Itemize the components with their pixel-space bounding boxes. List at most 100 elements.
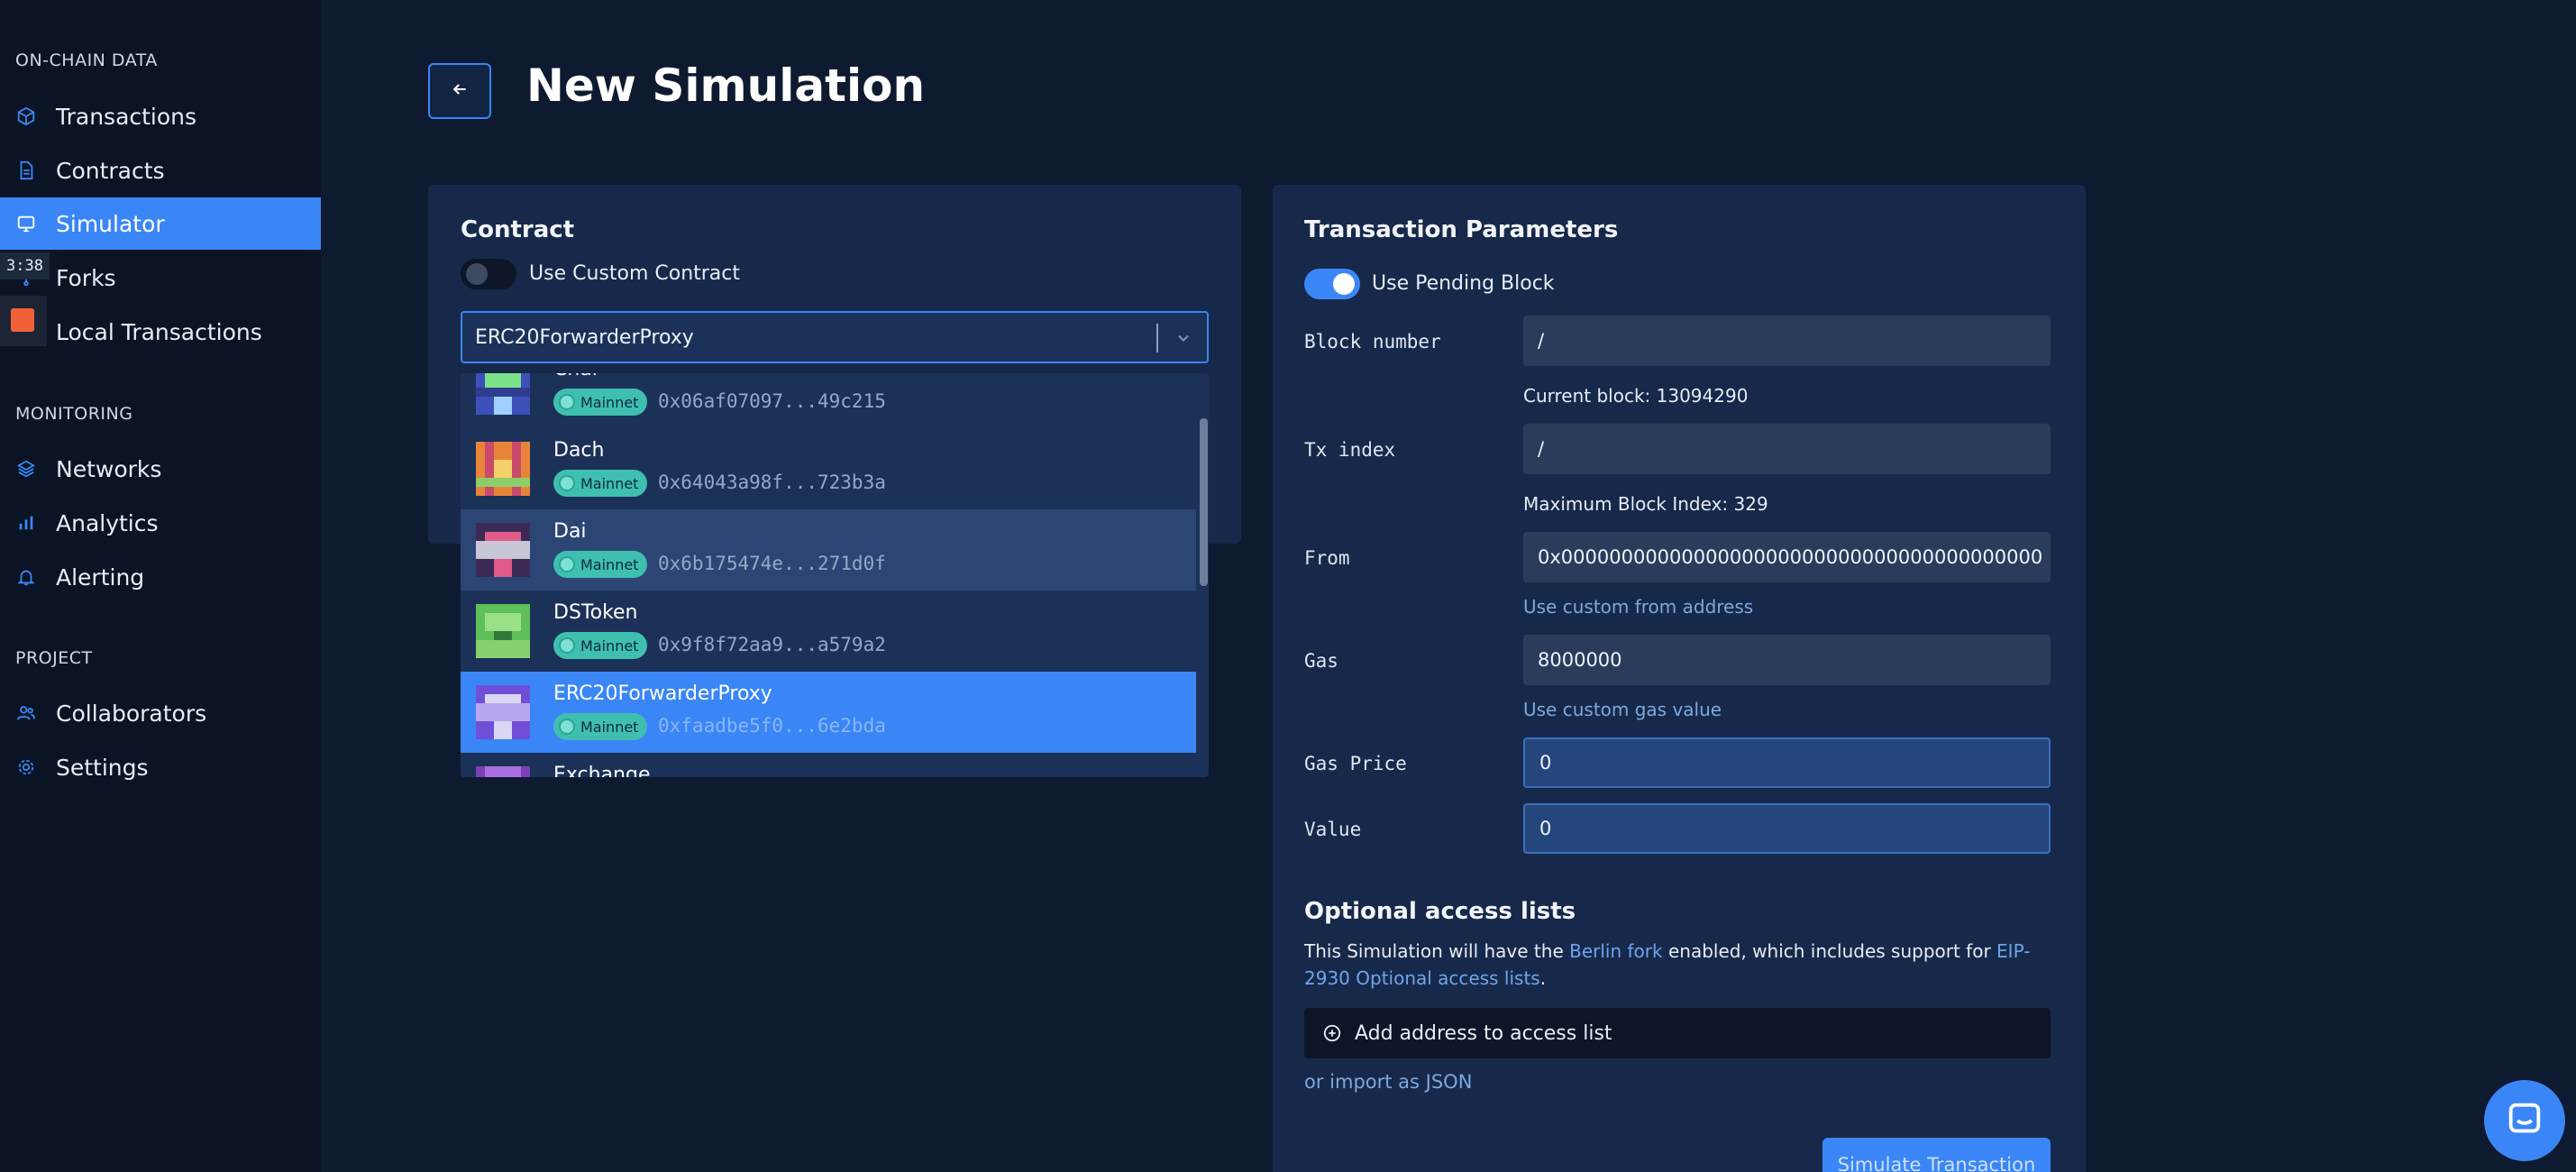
- contract-address: 0x64043a98f...723b3a: [658, 472, 886, 493]
- sidebar-item-label: Networks: [56, 455, 162, 482]
- access-lists-heading: Optional access lists: [1304, 898, 1576, 925]
- sidebar-item-label: Alerting: [56, 563, 145, 591]
- custom-contract-toggle[interactable]: [461, 259, 516, 289]
- custom-gas-link[interactable]: Use custom gas value: [1523, 699, 1722, 720]
- network-badge: Mainnet: [553, 470, 648, 497]
- simulate-transaction-button[interactable]: Simulate Transaction: [1822, 1138, 2051, 1172]
- dropdown-scrollbar[interactable]: [1200, 418, 1208, 586]
- network-badge: Mainnet: [553, 632, 648, 659]
- contract-name: ERC20ForwarderProxy: [553, 682, 772, 705]
- select-separator: [1156, 324, 1158, 353]
- dropdown-item-dstoken[interactable]: DSToken Mainnet 0x9f8f72aa9...a579a2: [461, 591, 1196, 672]
- network-badge: Mainnet: [553, 551, 648, 578]
- current-block-hint: Current block: 13094290: [1523, 385, 1749, 407]
- dropdown-item-chai[interactable]: Chai Mainnet 0x06af07097...49c215: [461, 373, 1196, 428]
- contract-heading: Contract: [461, 216, 575, 243]
- sidebar-item-label: Analytics: [56, 509, 159, 536]
- bell-icon: [16, 567, 36, 587]
- cube-icon: [16, 106, 36, 126]
- add-address-button[interactable]: Add address to access list: [1304, 1008, 2051, 1058]
- contract-name: Dai: [553, 520, 587, 543]
- sidebar: ON-CHAIN DATA Transactions Contracts Sim…: [0, 0, 321, 1172]
- sidebar-item-local-transactions[interactable]: Local Transactions: [0, 306, 321, 358]
- contract-avatar-icon: [476, 523, 530, 577]
- sidebar-item-label: Simulator: [56, 210, 165, 237]
- dropdown-item-dai[interactable]: Dai Mainnet 0x6b175474e...271d0f: [461, 509, 1196, 591]
- app-root: ON-CHAIN DATA Transactions Contracts Sim…: [0, 0, 2576, 1172]
- custom-from-link[interactable]: Use custom from address: [1523, 596, 1753, 618]
- contract-avatar-icon: [476, 373, 530, 415]
- contract-select[interactable]: ERC20ForwarderProxy: [461, 311, 1209, 363]
- contract-dropdown: Chai Mainnet 0x06af07097...49c215 Dach M…: [461, 373, 1209, 777]
- access-lists-description: This Simulation will have the Berlin for…: [1304, 940, 2031, 989]
- network-badge: Mainnet: [553, 713, 648, 740]
- sidebar-item-label: Transactions: [56, 103, 197, 130]
- network-dot-icon: [559, 475, 575, 491]
- block-number-input[interactable]: /: [1523, 316, 2051, 366]
- sidebar-item-contracts[interactable]: Contracts: [0, 144, 321, 197]
- sidebar-section-project: PROJECT: [15, 648, 93, 668]
- value-input[interactable]: 0: [1523, 803, 2051, 854]
- chat-icon: [2504, 1098, 2545, 1143]
- contract-name: Dach: [553, 439, 605, 462]
- pending-block-label: Use Pending Block: [1372, 272, 1555, 295]
- gas-price-label: Gas Price: [1304, 753, 1407, 774]
- gas-input[interactable]: 8000000: [1523, 635, 2051, 685]
- tx-params-heading: Transaction Parameters: [1304, 216, 1619, 243]
- sidebar-item-label: Forks: [56, 264, 116, 291]
- network-badge: Mainnet: [553, 389, 648, 416]
- dropdown-item-erc20forwarderproxy[interactable]: ERC20ForwarderProxy Mainnet 0xfaadbe5f0.…: [461, 672, 1196, 753]
- gas-price-input[interactable]: 0: [1523, 737, 2051, 788]
- sidebar-item-label: Local Transactions: [56, 318, 262, 345]
- contract-address: 0x6b175474e...271d0f: [658, 553, 886, 574]
- chevron-down-icon[interactable]: [1173, 325, 1194, 351]
- monitor-icon: [16, 214, 36, 233]
- layers-icon: [16, 459, 36, 479]
- back-button[interactable]: [428, 63, 491, 119]
- contract-address: 0x06af07097...49c215: [658, 390, 886, 412]
- dropdown-item-dach[interactable]: Dach Mainnet 0x64043a98f...723b3a: [461, 428, 1196, 509]
- value-label: Value: [1304, 819, 1362, 840]
- network-dot-icon: [559, 394, 575, 410]
- pending-block-toggle[interactable]: [1304, 269, 1360, 299]
- contract-avatar-icon: [476, 442, 530, 496]
- network-dot-icon: [559, 556, 575, 572]
- contract-avatar-icon: [476, 766, 530, 777]
- recording-indicator-icon: [11, 308, 34, 332]
- toggle-knob: [1333, 273, 1355, 295]
- plus-circle-icon: [1323, 1024, 1341, 1042]
- sidebar-item-settings[interactable]: Settings: [0, 741, 321, 793]
- users-icon: [16, 703, 36, 723]
- sidebar-item-simulator[interactable]: Simulator: [0, 197, 321, 250]
- chat-launcher-button[interactable]: [2484, 1080, 2565, 1161]
- tx-index-label: Tx index: [1304, 439, 1396, 461]
- contract-avatar-icon: [476, 604, 530, 658]
- bar-chart-icon: [16, 513, 36, 533]
- contract-address: 0xfaadbe5f0...6e2bda: [658, 715, 886, 737]
- gear-icon: [16, 757, 36, 777]
- sidebar-item-networks[interactable]: Networks: [0, 443, 321, 495]
- network-dot-icon: [559, 637, 575, 654]
- contract-avatar-icon: [476, 685, 530, 739]
- sidebar-section-monitoring: MONITORING: [15, 404, 133, 424]
- sidebar-item-collaborators[interactable]: Collaborators: [0, 687, 321, 739]
- dropdown-item-exchange[interactable]: Exchange: [461, 753, 1196, 777]
- import-json-link[interactable]: or import as JSON: [1304, 1071, 1472, 1093]
- max-block-index-hint: Maximum Block Index: 329: [1523, 493, 1768, 515]
- page-title: New Simulation: [526, 60, 926, 112]
- network-dot-icon: [559, 719, 575, 735]
- sidebar-item-alerting[interactable]: Alerting: [0, 551, 321, 603]
- berlin-fork-link[interactable]: Berlin fork: [1569, 940, 1662, 962]
- block-number-label: Block number: [1304, 331, 1441, 353]
- tx-index-input[interactable]: /: [1523, 424, 2051, 474]
- contract-select-value: ERC20ForwarderProxy: [475, 325, 694, 349]
- sidebar-item-label: Collaborators: [56, 700, 207, 727]
- sidebar-item-analytics[interactable]: Analytics: [0, 497, 321, 549]
- gas-label: Gas: [1304, 650, 1338, 672]
- sidebar-section-on-chain: ON-CHAIN DATA: [15, 50, 158, 70]
- arrow-left-icon: [451, 80, 469, 102]
- custom-contract-label: Use Custom Contract: [529, 262, 741, 285]
- contract-name: Chai: [553, 373, 598, 380]
- from-input[interactable]: 0x00000000000000000000000000000000000000…: [1523, 532, 2051, 582]
- sidebar-item-transactions[interactable]: Transactions: [0, 90, 321, 142]
